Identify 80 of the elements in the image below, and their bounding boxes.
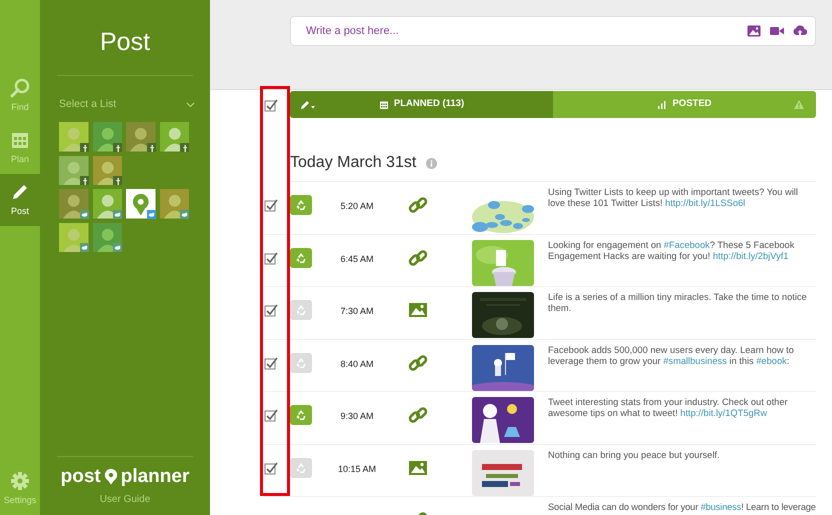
image-icon[interactable] bbox=[747, 25, 761, 37]
calendar-icon bbox=[378, 100, 389, 110]
post-link[interactable]: http://bit.ly/2bjVyf1 bbox=[712, 250, 788, 261]
account-avatar[interactable] bbox=[92, 122, 122, 152]
pin-logo-icon bbox=[104, 468, 118, 486]
checkbox[interactable] bbox=[264, 98, 278, 112]
checkbox[interactable] bbox=[264, 250, 278, 264]
post-link[interactable]: http://bit.ly/1LSSo6l bbox=[665, 198, 746, 208]
post-link[interactable]: #ebook bbox=[756, 356, 787, 366]
post-link[interactable]: #business bbox=[700, 502, 742, 512]
post-text: Life is a series of a million tiny miracles. Take the time to notice them. bbox=[548, 292, 808, 315]
account-avatar[interactable] bbox=[92, 156, 122, 186]
post-composer[interactable]: Write a post here... bbox=[290, 16, 816, 46]
account-avatar[interactable] bbox=[160, 189, 189, 219]
post-time: 10:15 AM bbox=[336, 462, 378, 476]
post-time: 6:45 AM bbox=[339, 252, 375, 266]
nav-item[interactable]: Post bbox=[0, 174, 40, 226]
post-link[interactable]: #Facebook bbox=[664, 240, 710, 250]
checkbox[interactable] bbox=[264, 356, 278, 370]
account-avatar[interactable] bbox=[92, 189, 122, 219]
pencil-dropdown-icon[interactable] bbox=[300, 99, 316, 110]
chevron-icon bbox=[186, 102, 195, 108]
cloud-upload-icon[interactable] bbox=[793, 25, 807, 37]
account-avatar[interactable] bbox=[59, 189, 88, 219]
post-text: Nothing can bring you peace but yourself. bbox=[548, 450, 721, 461]
facebook-badge-icon bbox=[113, 176, 122, 186]
account-avatar[interactable] bbox=[59, 122, 88, 152]
post-text: Looking for engagement on #Facebook? These 5 Facebook Engagement Hacks are waiting for you! http://bit.ly/2bjVyf1 bbox=[548, 240, 796, 262]
tab[interactable]: POSTED bbox=[553, 91, 816, 118]
recycle-icon bbox=[295, 409, 307, 421]
post-time: 9:30 AM bbox=[339, 410, 375, 423]
post-text: Using Twitter Lists to keep up with important tweets? You will love these 101 Twitter Lists! http://bit.ly/1LSSo6l bbox=[548, 187, 799, 210]
post-link[interactable]: http://bit.ly/1QT5gRw bbox=[680, 408, 768, 418]
link-icon bbox=[408, 405, 428, 425]
recycle-icon bbox=[295, 304, 307, 316]
post-composer-field[interactable]: Write a post here... bbox=[304, 22, 738, 40]
day-heading: Today March 31st bbox=[290, 153, 416, 173]
panel-title: Post bbox=[98, 27, 152, 58]
post-text: Tweet interesting stats from your industry. Check out other awesome tips on what to tweet! http://bit.ly/1QT5gRw bbox=[548, 397, 789, 420]
checkbox[interactable] bbox=[264, 460, 278, 474]
recycle-button[interactable] bbox=[290, 405, 312, 425]
video-camera-icon[interactable] bbox=[770, 25, 784, 37]
account-avatar[interactable] bbox=[126, 189, 156, 219]
settings-button[interactable]: Settings bbox=[0, 463, 40, 515]
checkbox[interactable] bbox=[264, 408, 278, 422]
post-text: Facebook adds 500,000 new users every day. Learn how to leverage them to grow your #smallbusiness in this #ebook: bbox=[548, 344, 795, 368]
recycle-icon bbox=[295, 199, 307, 211]
account-avatar[interactable] bbox=[59, 222, 88, 252]
warning-icon bbox=[794, 100, 804, 109]
account-avatar[interactable] bbox=[92, 222, 122, 252]
checkbox[interactable] bbox=[264, 303, 278, 317]
bird-badge-icon bbox=[113, 243, 122, 252]
post-time: 5:20 AM bbox=[339, 200, 375, 213]
logo-text: planner bbox=[120, 467, 190, 486]
account-avatar[interactable] bbox=[160, 122, 189, 152]
bar-chart-icon bbox=[657, 100, 668, 110]
post-time: 7:30 AM bbox=[339, 305, 375, 318]
recycle-icon bbox=[295, 356, 307, 368]
search-icon bbox=[10, 78, 30, 98]
logo-text: post bbox=[60, 467, 101, 486]
nav-item[interactable]: Plan bbox=[0, 122, 40, 174]
recycle-icon bbox=[295, 252, 307, 264]
account-avatar[interactable] bbox=[126, 122, 156, 152]
post-link[interactable]: #smallbusiness bbox=[663, 356, 727, 366]
post-time: 8:40 AM bbox=[339, 358, 375, 370]
link-icon bbox=[408, 195, 428, 215]
image-icon bbox=[408, 300, 428, 320]
list-dropdown[interactable]: Select a List bbox=[59, 96, 195, 112]
recycle-button[interactable] bbox=[290, 248, 312, 268]
recycle-button[interactable] bbox=[290, 195, 312, 215]
tab[interactable]: PLANNED (113) bbox=[290, 91, 553, 118]
link-icon bbox=[408, 248, 428, 268]
link-icon bbox=[408, 352, 428, 372]
post-text: Social Media can do wonders for your #business! Learn to leverage bbox=[548, 502, 816, 514]
info-icon[interactable] bbox=[426, 158, 438, 168]
nav-item[interactable]: Find bbox=[0, 70, 40, 122]
checkbox[interactable] bbox=[264, 198, 278, 212]
account-avatar[interactable] bbox=[59, 156, 88, 186]
user-guide-link[interactable]: User Guide bbox=[100, 492, 150, 507]
recycle-icon bbox=[295, 462, 307, 474]
